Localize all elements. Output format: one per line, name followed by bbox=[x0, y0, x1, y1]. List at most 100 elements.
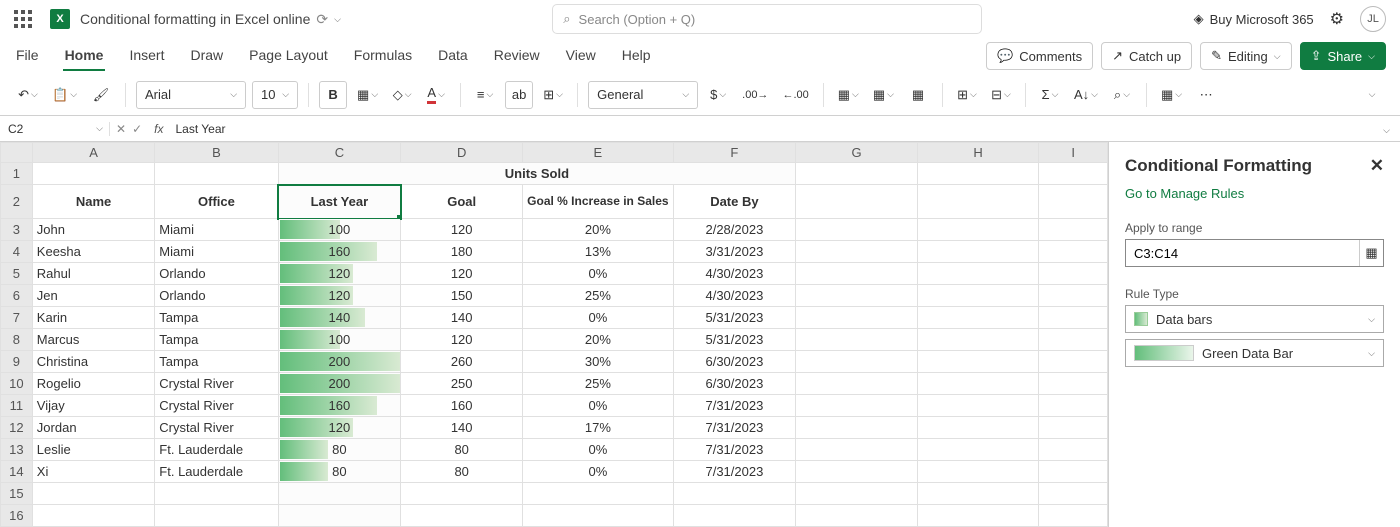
col-header-E[interactable]: E bbox=[523, 143, 673, 163]
title-dropdown-icon[interactable]: ⌵ bbox=[334, 14, 341, 25]
cell-last-year[interactable]: 140 bbox=[278, 307, 401, 329]
cell-last-year[interactable]: 200 bbox=[278, 373, 401, 395]
cell-date[interactable]: 6/30/2023 bbox=[673, 373, 796, 395]
col-header-A[interactable]: A bbox=[32, 143, 155, 163]
cell-styles-button[interactable]: ▦ bbox=[904, 81, 932, 109]
font-size-select[interactable]: 10⌵ bbox=[252, 81, 298, 109]
header-date-by[interactable]: Date By bbox=[673, 185, 796, 219]
cell-name[interactable]: Jordan bbox=[32, 417, 155, 439]
cell-date[interactable]: 5/31/2023 bbox=[673, 307, 796, 329]
close-pane-icon[interactable]: ✕ bbox=[1370, 156, 1384, 176]
header-goal-pct[interactable]: Goal % Increase in Sales bbox=[523, 185, 673, 219]
cell-pct[interactable]: 0% bbox=[523, 263, 673, 285]
select-all-corner[interactable] bbox=[1, 143, 33, 163]
row-header-13[interactable]: 13 bbox=[1, 439, 33, 461]
col-header-G[interactable]: G bbox=[796, 143, 918, 163]
spreadsheet-grid[interactable]: ABCDEFGHI1Units Sold2NameOfficeLast Year… bbox=[0, 142, 1108, 527]
rule-type-select[interactable]: Data bars ⌵ bbox=[1125, 305, 1384, 333]
apply-range-input[interactable] bbox=[1126, 246, 1359, 261]
cell-name[interactable]: Vijay bbox=[32, 395, 155, 417]
row-header-15[interactable]: 15 bbox=[1, 483, 33, 505]
merge-button[interactable]: ⊞⌵ bbox=[539, 81, 567, 109]
cell-office[interactable]: Miami bbox=[155, 219, 278, 241]
cell-pct[interactable]: 13% bbox=[523, 241, 673, 263]
cell-pct[interactable]: 0% bbox=[523, 307, 673, 329]
cell-office[interactable]: Crystal River bbox=[155, 395, 278, 417]
cell-last-year[interactable]: 120 bbox=[278, 263, 401, 285]
row-header-10[interactable]: 10 bbox=[1, 373, 33, 395]
cell-date[interactable]: 7/31/2023 bbox=[673, 439, 796, 461]
header-office[interactable]: Office bbox=[155, 185, 278, 219]
bold-button[interactable]: B bbox=[319, 81, 347, 109]
find-button[interactable]: ⌕⌵ bbox=[1108, 81, 1136, 109]
col-header-B[interactable]: B bbox=[155, 143, 278, 163]
cell-date[interactable]: 7/31/2023 bbox=[673, 461, 796, 483]
cell-name[interactable]: Marcus bbox=[32, 329, 155, 351]
cell-name[interactable]: Rahul bbox=[32, 263, 155, 285]
cell-last-year[interactable]: 80 bbox=[278, 461, 401, 483]
cell-pct[interactable]: 0% bbox=[523, 395, 673, 417]
cell-last-year[interactable]: 80 bbox=[278, 439, 401, 461]
editing-mode-button[interactable]: ✎Editing⌵ bbox=[1200, 42, 1291, 70]
cell-goal[interactable]: 80 bbox=[401, 461, 523, 483]
header-goal[interactable]: Goal bbox=[401, 185, 523, 219]
cell-date[interactable]: 2/28/2023 bbox=[673, 219, 796, 241]
insert-cells-button[interactable]: ⊞⌵ bbox=[953, 81, 981, 109]
cell-office[interactable]: Orlando bbox=[155, 263, 278, 285]
cell-goal[interactable]: 120 bbox=[401, 329, 523, 351]
row-header-8[interactable]: 8 bbox=[1, 329, 33, 351]
fx-icon[interactable]: fx bbox=[148, 122, 169, 136]
cell-goal[interactable]: 160 bbox=[401, 395, 523, 417]
buy-microsoft-365-button[interactable]: ◈ Buy Microsoft 365 bbox=[1194, 11, 1314, 27]
tab-formulas[interactable]: Formulas bbox=[352, 41, 414, 71]
col-header-D[interactable]: D bbox=[401, 143, 523, 163]
borders-button[interactable]: ▦⌵ bbox=[353, 81, 382, 109]
row-header-12[interactable]: 12 bbox=[1, 417, 33, 439]
tab-data[interactable]: Data bbox=[436, 41, 470, 71]
cell-pct[interactable]: 25% bbox=[523, 285, 673, 307]
cell-pct[interactable]: 0% bbox=[523, 461, 673, 483]
row-header-1[interactable]: 1 bbox=[1, 163, 33, 185]
name-box[interactable]: C2⌵ bbox=[0, 122, 110, 136]
app-launcher-icon[interactable] bbox=[14, 10, 32, 28]
cell-office[interactable]: Tampa bbox=[155, 329, 278, 351]
decrease-decimal-button[interactable]: .00→ bbox=[738, 81, 772, 109]
cell-date[interactable]: 3/31/2023 bbox=[673, 241, 796, 263]
header-last-year[interactable]: Last Year bbox=[278, 185, 401, 219]
rule-preset-select[interactable]: Green Data Bar ⌵ bbox=[1125, 339, 1384, 367]
more-button[interactable]: ⋯ bbox=[1192, 81, 1220, 109]
tab-draw[interactable]: Draw bbox=[188, 41, 225, 71]
fill-color-button[interactable]: ◇⌵ bbox=[388, 81, 416, 109]
col-header-F[interactable]: F bbox=[673, 143, 796, 163]
units-sold-header[interactable]: Units Sold bbox=[278, 163, 796, 185]
confirm-formula-icon[interactable]: ✓ bbox=[132, 122, 142, 136]
cell-last-year[interactable]: 100 bbox=[278, 219, 401, 241]
tab-insert[interactable]: Insert bbox=[127, 41, 166, 71]
cell-office[interactable]: Crystal River bbox=[155, 373, 278, 395]
cell-office[interactable]: Tampa bbox=[155, 307, 278, 329]
row-header-6[interactable]: 6 bbox=[1, 285, 33, 307]
cell-pct[interactable]: 20% bbox=[523, 329, 673, 351]
user-avatar[interactable]: JL bbox=[1360, 6, 1386, 32]
range-picker-icon[interactable]: ▦ bbox=[1359, 240, 1383, 266]
cancel-formula-icon[interactable]: ✕ bbox=[116, 122, 126, 136]
cell-office[interactable]: Ft. Lauderdale bbox=[155, 439, 278, 461]
conditional-formatting-button[interactable]: ▦⌵ bbox=[834, 81, 863, 109]
cell-name[interactable]: Leslie bbox=[32, 439, 155, 461]
cell-date[interactable]: 7/31/2023 bbox=[673, 395, 796, 417]
cell-goal[interactable]: 250 bbox=[401, 373, 523, 395]
comments-button[interactable]: 💬Comments bbox=[986, 42, 1093, 70]
row-header-3[interactable]: 3 bbox=[1, 219, 33, 241]
addins-button[interactable]: ▦⌵ bbox=[1157, 81, 1186, 109]
cell-office[interactable]: Miami bbox=[155, 241, 278, 263]
font-color-button[interactable]: A⌵ bbox=[422, 81, 450, 109]
cell-last-year[interactable]: 200 bbox=[278, 351, 401, 373]
cell-pct[interactable]: 17% bbox=[523, 417, 673, 439]
row-header-5[interactable]: 5 bbox=[1, 263, 33, 285]
cell-date[interactable]: 4/30/2023 bbox=[673, 285, 796, 307]
cell-name[interactable]: Karin bbox=[32, 307, 155, 329]
cell-last-year[interactable]: 120 bbox=[278, 285, 401, 307]
cell-goal[interactable]: 80 bbox=[401, 439, 523, 461]
row-header-7[interactable]: 7 bbox=[1, 307, 33, 329]
tab-view[interactable]: View bbox=[564, 41, 598, 71]
